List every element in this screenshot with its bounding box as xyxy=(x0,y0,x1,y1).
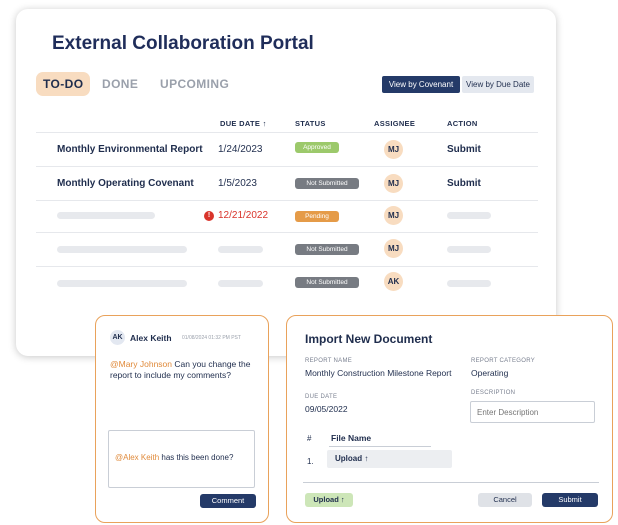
comment-button[interactable]: Comment xyxy=(200,494,256,508)
report-category-value: Operating xyxy=(471,368,509,378)
comment-timestamp: 01/08/2024 01:32 PM PST xyxy=(182,335,241,341)
submit-link[interactable]: Submit xyxy=(447,178,481,189)
report-name[interactable]: Monthly Environmental Report xyxy=(57,144,203,155)
divider xyxy=(36,200,538,201)
status-badge: Approved xyxy=(295,142,339,153)
column-header-status: STATUS xyxy=(295,119,326,128)
avatar[interactable]: MJ xyxy=(384,140,403,159)
due-date-overdue: 12/21/2022 xyxy=(218,210,269,221)
upload-button[interactable]: Upload ↑ xyxy=(305,493,353,507)
placeholder-bar xyxy=(57,280,187,287)
cancel-button[interactable]: Cancel xyxy=(478,493,532,507)
reply-body: has this been done? xyxy=(159,453,234,462)
file-row-number: 1. xyxy=(307,457,314,466)
portal-card: External Collaboration Portal TO-DO DONE… xyxy=(16,9,556,356)
file-name-header: File Name xyxy=(331,433,372,443)
comment-author: Alex Keith xyxy=(130,333,172,343)
column-header-assignee: ASSIGNEE xyxy=(374,119,416,128)
avatar[interactable]: AK xyxy=(384,272,403,291)
comment-message: @Mary Johnson Can you change the report … xyxy=(110,359,258,381)
placeholder-bar xyxy=(447,246,491,253)
avatar[interactable]: MJ xyxy=(384,239,403,258)
file-upload-field[interactable]: Upload ↑ xyxy=(327,450,452,468)
divider xyxy=(36,266,538,267)
divider xyxy=(329,446,431,447)
status-badge: Not Submitted xyxy=(295,178,359,189)
due-date-value: 09/05/2022 xyxy=(305,404,348,414)
divider xyxy=(36,132,538,133)
description-label: DESCRIPTION xyxy=(471,390,516,396)
placeholder-bar xyxy=(57,246,187,253)
placeholder-bar xyxy=(447,280,491,287)
divider xyxy=(36,232,538,233)
due-date: 1/24/2023 xyxy=(218,144,263,155)
report-name-label: REPORT NAME xyxy=(305,358,353,364)
due-date: 1/5/2023 xyxy=(218,178,257,189)
sort-arrow-icon: ↑ xyxy=(262,119,267,128)
placeholder-bar xyxy=(218,280,263,287)
due-date-label: DUE DATE xyxy=(305,394,338,400)
divider xyxy=(303,482,599,483)
avatar[interactable]: MJ xyxy=(384,174,403,193)
column-header-label: DUE DATE xyxy=(220,119,261,128)
file-number-header: # xyxy=(307,434,312,443)
comment-panel: AK Alex Keith 01/08/2024 01:32 PM PST @M… xyxy=(95,315,269,523)
avatar: AK xyxy=(110,330,125,345)
import-document-dialog: Import New Document REPORT NAME Monthly … xyxy=(286,315,613,523)
avatar[interactable]: MJ xyxy=(384,206,403,225)
reply-input[interactable]: @Alex Keith has this been done? xyxy=(108,430,255,488)
column-header-due-date[interactable]: DUE DATE ↑ xyxy=(220,119,267,128)
status-badge: Not Submitted xyxy=(295,244,359,255)
overdue-alert-icon: ! xyxy=(204,211,214,221)
description-input[interactable] xyxy=(470,401,595,423)
tab-upcoming[interactable]: UPCOMING xyxy=(160,77,229,91)
status-badge: Not Submitted xyxy=(295,277,359,288)
column-header-action: ACTION xyxy=(447,119,478,128)
submit-button[interactable]: Submit xyxy=(542,493,598,507)
page-title: External Collaboration Portal xyxy=(52,33,314,54)
tab-to-do[interactable]: TO-DO xyxy=(36,72,91,96)
tab-done[interactable]: DONE xyxy=(102,77,138,91)
placeholder-bar xyxy=(447,212,491,219)
divider xyxy=(36,166,538,167)
reply-text: @Alex Keith has this been done? xyxy=(115,453,233,462)
submit-link[interactable]: Submit xyxy=(447,144,481,155)
view-by-due-date-button[interactable]: View by Due Date xyxy=(462,76,534,93)
report-name[interactable]: Monthly Operating Covenant xyxy=(57,178,194,189)
placeholder-bar xyxy=(218,246,263,253)
view-by-covenant-button[interactable]: View by Covenant xyxy=(382,76,460,93)
mention: @Mary Johnson xyxy=(110,359,173,369)
report-category-label: REPORT CATEGORY xyxy=(471,358,536,364)
dialog-title: Import New Document xyxy=(305,332,433,346)
mention: @Alex Keith xyxy=(115,453,160,462)
report-name-value: Monthly Construction Milestone Report xyxy=(305,368,452,378)
placeholder-bar xyxy=(57,212,155,219)
status-badge: Pending xyxy=(295,211,339,222)
